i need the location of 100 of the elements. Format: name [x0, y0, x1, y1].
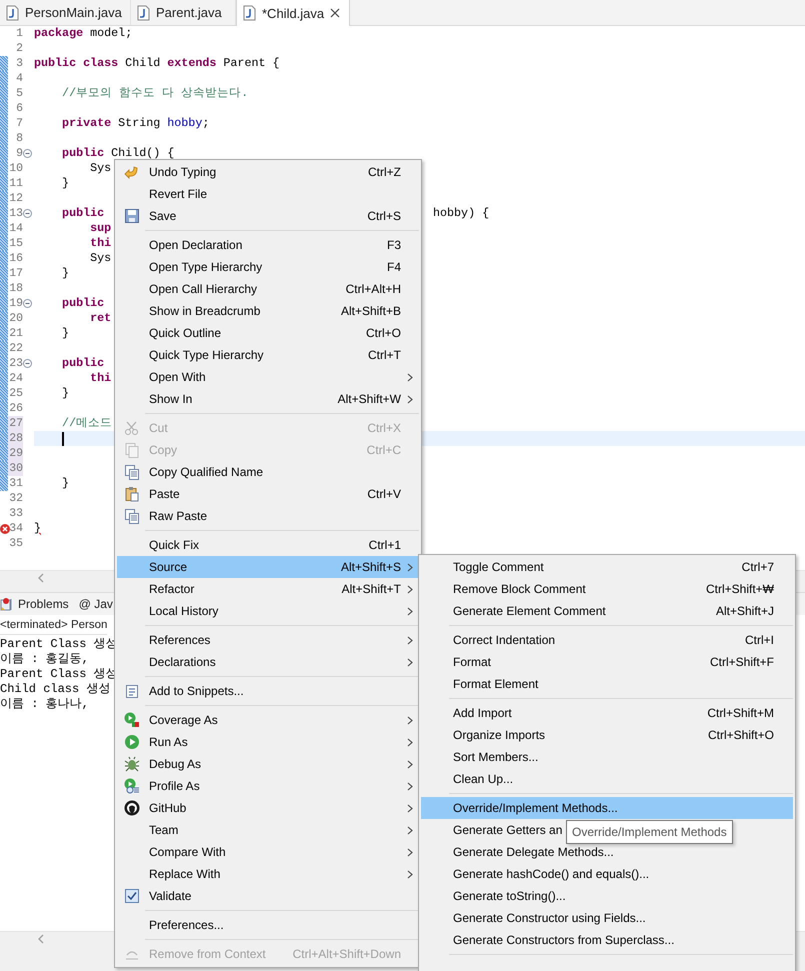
code-line: ret: [89, 311, 112, 326]
shortcut-text: Ctrl+1: [368, 538, 401, 552]
menu-item[interactable]: Generate hashCode() and equals()...: [451, 867, 762, 881]
menu-item[interactable]: Generate Delegate Methods...: [451, 845, 762, 859]
menu-item[interactable]: Remove Block Comment: [451, 582, 694, 596]
menu-item[interactable]: Open Call Hierarchy: [147, 282, 334, 296]
menu-item[interactable]: Source Alt+Shift+S: [117, 556, 419, 578]
shortcut-text: Ctrl+Shift+O: [706, 728, 774, 742]
menu-item[interactable]: Clean Up...: [451, 772, 762, 786]
menu-item[interactable]: Generate toString()...: [451, 889, 762, 903]
console-header: <terminated> Person: [0, 617, 108, 635]
line-number: 35: [8, 536, 23, 551]
line-number: 3: [15, 56, 23, 71]
menu-item[interactable]: Quick Fix: [147, 538, 357, 552]
collapse-icon[interactable]: [23, 299, 32, 308]
menu-item[interactable]: Refactor: [147, 582, 330, 596]
menu-item[interactable]: Declarations: [147, 655, 389, 669]
octocat-icon: [124, 800, 140, 816]
code-line: public: [61, 296, 104, 311]
menu-item[interactable]: Preferences...: [147, 918, 389, 932]
panel-tab[interactable]: @ Jav: [78, 597, 113, 611]
shortcut-text: Ctrl+Shift+F: [708, 655, 774, 669]
line-number: 30: [8, 461, 23, 476]
menu-item[interactable]: Generate Constructors from Superclass...: [451, 933, 762, 947]
menu-item[interactable]: Sort Members...: [451, 750, 762, 764]
menu-item[interactable]: Format Element: [451, 677, 762, 691]
coverage-icon: [124, 712, 140, 728]
menu-item[interactable]: Generate Element Comment: [451, 604, 704, 618]
undo-icon: [124, 164, 140, 180]
shortcut-text: Ctrl+Alt+Shift+Down: [292, 947, 401, 961]
menu-item[interactable]: Replace With: [147, 867, 389, 881]
shortcut-text: Alt+Shift+T: [340, 582, 401, 596]
shortcut-text: Alt+Shift+S: [340, 560, 401, 574]
line-number: 31: [8, 476, 23, 491]
console-output: 이름 : 홍길동,: [0, 652, 89, 667]
collapse-icon[interactable]: [23, 359, 32, 368]
menu-item[interactable]: Team: [147, 823, 389, 837]
menu-item[interactable]: Toggle Comment: [451, 560, 730, 574]
menu-item[interactable]: Run As: [147, 735, 389, 749]
line-number: 15: [8, 236, 23, 251]
line-number: 24: [8, 371, 23, 386]
menu-item[interactable]: Copy Qualified Name: [147, 465, 389, 479]
line-number: 9: [15, 146, 23, 161]
code-line: //메소드: [61, 416, 112, 431]
code-line: public: [61, 356, 104, 371]
code-line: Sys: [89, 161, 112, 176]
editor-tab[interactable]: PersonMain.java: [0, 0, 131, 25]
line-number: 27: [8, 416, 23, 431]
java-file-icon: [242, 5, 257, 21]
line-number: 20: [8, 311, 23, 326]
menu-item[interactable]: Generate Constructor using Fields...: [451, 911, 762, 925]
line-number: 25: [8, 386, 23, 401]
menu-item[interactable]: Save: [147, 209, 356, 223]
shortcut-text: Ctrl+Shift+M: [706, 706, 774, 720]
menu-item[interactable]: Organize Imports: [451, 728, 696, 742]
shortcut-text: Alt+Shift+B: [340, 304, 401, 318]
menu-item[interactable]: Correct Indentation: [451, 633, 733, 647]
menu-item[interactable]: Paste: [147, 487, 356, 501]
menu-item[interactable]: Show in Breadcrumb: [147, 304, 329, 318]
editor-tab[interactable]: *Child.java: [236, 0, 350, 26]
profile-icon: [124, 778, 140, 794]
menu-item[interactable]: Show In: [147, 392, 326, 406]
menu-item[interactable]: Quick Type Hierarchy: [147, 348, 356, 362]
line-number: 5: [15, 86, 23, 101]
menu-item[interactable]: Local History: [147, 604, 389, 618]
panel-tab[interactable]: Problems: [0, 597, 69, 611]
collapse-icon[interactable]: [23, 209, 32, 218]
menu-item[interactable]: Raw Paste: [147, 509, 389, 523]
code-line: package model;: [34, 26, 132, 41]
line-number: 34: [8, 521, 23, 536]
line-number: 13: [8, 206, 23, 221]
menu-item[interactable]: Add to Snippets...: [147, 684, 389, 698]
menu-item[interactable]: GitHub: [147, 801, 389, 815]
scissors-icon: [124, 420, 140, 436]
menu-item[interactable]: Open With: [147, 370, 389, 384]
menu-item[interactable]: Undo Typing: [147, 165, 356, 179]
menu-item[interactable]: Open Type Hierarchy: [147, 260, 375, 274]
shortcut-text: F4: [386, 260, 401, 274]
code-line: thi: [89, 236, 112, 251]
line-number: 7: [15, 116, 23, 131]
collapse-icon[interactable]: [23, 149, 32, 158]
shortcut-text: F3: [386, 238, 401, 252]
menu-item[interactable]: Open Declaration: [147, 238, 375, 252]
menu-item[interactable]: Compare With: [147, 845, 389, 859]
line-number: 12: [8, 191, 23, 206]
menu-item[interactable]: Quick Outline: [147, 326, 354, 340]
menu-item[interactable]: References: [147, 633, 389, 647]
menu-item[interactable]: Profile As: [147, 779, 389, 793]
menu-item[interactable]: Debug As: [147, 757, 389, 771]
menu-item[interactable]: Add Import: [451, 706, 696, 720]
shortcut-text: Ctrl+C: [366, 443, 401, 457]
menu-item[interactable]: Revert File: [147, 187, 389, 201]
menu-item[interactable]: Override/Implement Methods...: [421, 797, 793, 819]
menu-item[interactable]: Coverage As: [147, 713, 389, 727]
shortcut-text: Ctrl+T: [367, 348, 401, 362]
menu-item[interactable]: Validate: [147, 889, 389, 903]
tooltip: Override/Implement Methods: [566, 820, 733, 844]
menu-item[interactable]: Format: [451, 655, 698, 669]
shortcut-text: Alt+Shift+J: [714, 604, 774, 618]
shortcut-text: Ctrl+V: [366, 487, 401, 501]
